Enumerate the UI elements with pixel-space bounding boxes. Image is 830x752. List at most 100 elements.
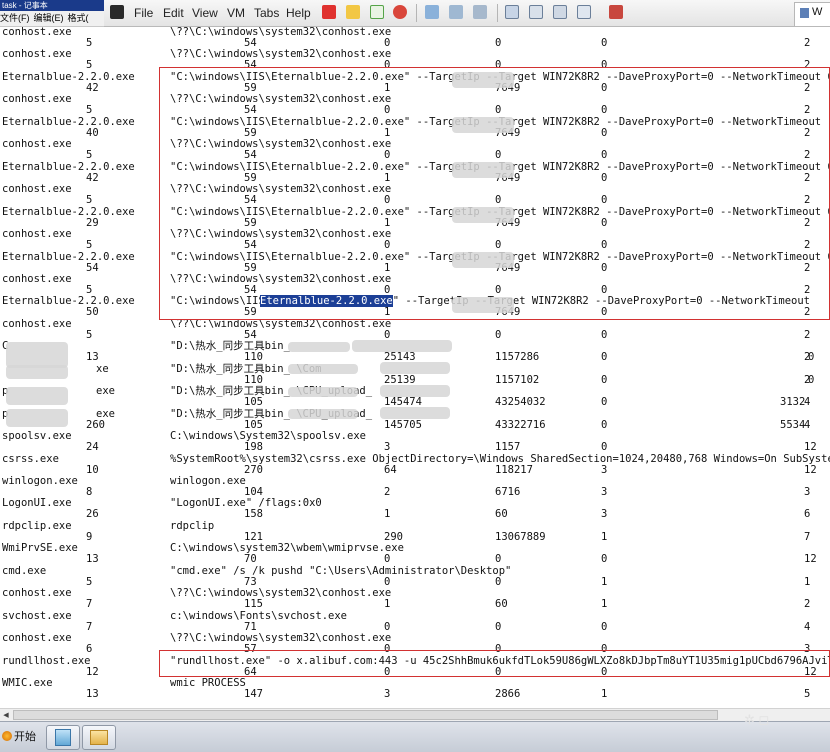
column-3: 1	[384, 216, 391, 229]
unity-icon[interactable]	[577, 5, 591, 19]
menu-edit[interactable]: 编辑(E)	[34, 13, 64, 23]
column-5: 0	[601, 59, 608, 72]
start-button[interactable]: 开始	[2, 728, 36, 746]
menu-format[interactable]: 格式(	[68, 13, 89, 23]
redacted-region	[452, 252, 514, 268]
process-row: svchost.exe c:\windows\Fonts\svchost.exe 7…	[0, 609, 830, 634]
column-5: 0	[601, 306, 608, 319]
thread-count: 5	[86, 37, 93, 49]
folder-icon	[90, 730, 108, 745]
vm-menu-view[interactable]: View	[192, 0, 218, 26]
process-name: conhost.exe	[2, 183, 72, 196]
process-row: conhost.exe \??\C:\windows\system32\conho…	[0, 27, 830, 50]
process-name: conhost.exe	[2, 48, 72, 61]
thread-count: 50	[86, 306, 99, 319]
process-name: rdpclip.exe	[2, 519, 72, 532]
thread-count: 5	[86, 575, 93, 588]
horizontal-scrollbar[interactable]: ◀	[0, 708, 830, 721]
column-3: 0	[384, 104, 391, 117]
suspend-icon[interactable]	[346, 5, 360, 19]
taskbar-notepad-button[interactable]	[46, 725, 80, 750]
menu-file[interactable]: 文件(F)	[0, 13, 30, 23]
thread-count: 5	[86, 59, 93, 72]
command-line: \??\C:\windows\system32\conhost.exe	[170, 317, 392, 330]
redacted-region	[352, 340, 452, 352]
notepad-icon	[55, 729, 71, 746]
command-line: \??\C:\windows\system32\conhost.exe	[170, 27, 392, 38]
column-3: 290	[384, 530, 403, 543]
thread-count: 7	[86, 620, 93, 633]
redacted-region	[380, 362, 450, 374]
process-name: cmd.exe	[2, 564, 47, 577]
handle-count: 54	[244, 149, 257, 162]
redacted-region	[452, 162, 514, 178]
column-4: 13067889	[495, 530, 546, 543]
process-name: Eternalblue-2.2.0.exe	[2, 250, 135, 263]
column-5: 0	[601, 643, 608, 656]
vm-menu-vm[interactable]: VM	[227, 0, 245, 26]
column-7: 0	[808, 373, 815, 386]
revert-snapshot-icon[interactable]	[449, 5, 463, 19]
vm-menu-file[interactable]: File	[134, 0, 153, 26]
column-3: 0	[384, 643, 391, 656]
process-name: rundllhost.exe	[2, 654, 91, 667]
column-4: 0	[495, 328, 502, 341]
column-4: 43254032	[495, 396, 546, 409]
handle-count: 57	[244, 643, 257, 656]
vm-menu-tabs[interactable]: Tabs	[254, 0, 279, 26]
scroll-left-icon[interactable]: ◀	[1, 710, 11, 720]
column-6: 2	[804, 328, 811, 341]
notepad-text-area[interactable]: conhost.exe \??\C:\windows\system32\conho…	[0, 27, 830, 708]
power-on-icon[interactable]	[370, 5, 384, 19]
vm-menu-help[interactable]: Help	[286, 0, 311, 26]
command-line: "cmd.exe" /s /k pushd "C:\Users\Administ…	[170, 564, 512, 577]
command-line: winlogon.exe	[170, 475, 246, 487]
column-6: 5	[804, 688, 811, 701]
column-6: 12	[804, 463, 817, 476]
thread-count: 7	[86, 598, 93, 611]
sidebar-icon[interactable]	[505, 5, 519, 19]
process-name: LogonUI.exe	[2, 497, 72, 510]
column-6: 7	[804, 530, 811, 543]
column-5: 3	[601, 463, 608, 476]
handle-count: 121	[244, 530, 263, 543]
column-4: 0	[495, 643, 502, 656]
power-off-icon[interactable]	[322, 5, 336, 19]
handle-count: 105	[244, 396, 263, 409]
console-view-icon[interactable]	[609, 5, 623, 19]
process-row: Eternalblue-2.2.0.exe"C:\windows\IIS\Ete…	[0, 295, 830, 319]
process-name: conhost.exe	[2, 587, 72, 600]
handle-count: 59	[244, 261, 257, 274]
column-4: 1157286	[495, 351, 540, 364]
vm-tab[interactable]: W	[794, 2, 830, 26]
vm-menu-edit[interactable]: Edit	[163, 0, 184, 26]
reset-icon[interactable]	[393, 5, 407, 19]
column-3: 3	[384, 441, 391, 454]
column-3: 1	[384, 81, 391, 94]
column-4: 43322716	[495, 418, 546, 431]
snapshot-manager-icon[interactable]	[473, 5, 487, 19]
thread-count: 8	[86, 486, 93, 498]
column-3: 0	[384, 283, 391, 296]
taskbar-explorer-button[interactable]	[82, 725, 116, 750]
vm-library-icon[interactable]	[110, 5, 124, 19]
column-4: 1157102	[495, 373, 540, 386]
thumbnail-icon[interactable]	[529, 5, 543, 19]
command-line: wmic PROCESS	[170, 677, 246, 690]
snapshot-icon[interactable]	[425, 5, 439, 19]
column-6: 4	[804, 620, 811, 633]
command-line: c:\windows\Fonts\svchost.exe	[170, 609, 348, 622]
redacted-region	[6, 409, 68, 427]
column-3: 1	[384, 126, 391, 139]
fullscreen-icon[interactable]	[553, 5, 567, 19]
column-6: 6	[804, 508, 811, 521]
notepad-title-bar[interactable]: task - 记事本	[0, 0, 104, 11]
command-line: \??\C:\windows\system32\conhost.exe	[170, 48, 392, 61]
process-row: LogonUI.exe "LogonUI.exe" /flags:0x0 26 158…	[0, 498, 830, 521]
command-line: \??\C:\windows\system32\conhost.exe	[170, 138, 392, 151]
process-name: conhost.exe	[2, 27, 72, 38]
thread-count: 26	[86, 508, 99, 521]
column-6: 2	[804, 261, 811, 274]
scrollbar-thumb[interactable]	[13, 710, 718, 720]
column-3: 0	[384, 149, 391, 162]
